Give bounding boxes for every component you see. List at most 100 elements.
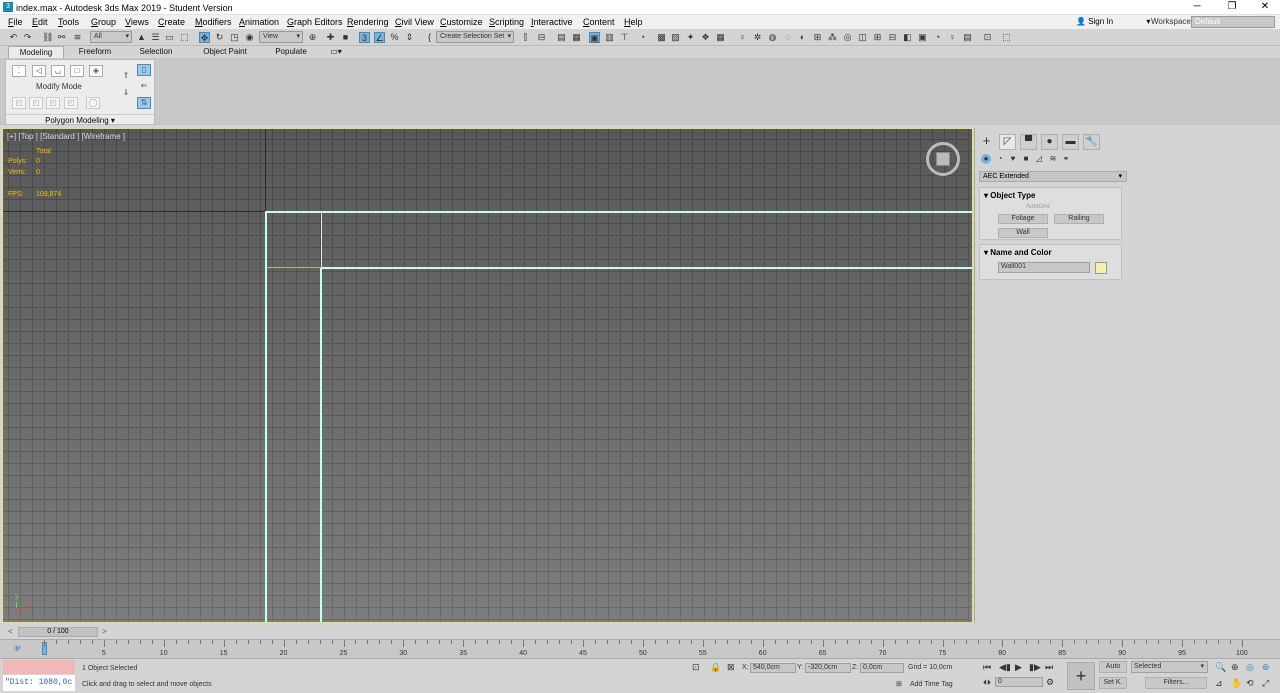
navigate-icon[interactable]: ⇓: [119, 88, 133, 100]
next-frame-icon[interactable]: ▮▶: [1029, 662, 1041, 673]
pivot-center-icon[interactable]: ⊕: [307, 32, 318, 43]
display-tab-icon[interactable]: ▬: [1062, 134, 1079, 150]
object-name-field[interactable]: Wall001: [998, 262, 1090, 273]
select-manipulate-icon[interactable]: ✚: [325, 32, 336, 43]
border-icon[interactable]: ◡: [51, 65, 65, 77]
motion-tab-icon[interactable]: ●: [1041, 134, 1058, 150]
menu-help[interactable]: Help: [624, 17, 643, 27]
go-to-start-icon[interactable]: ⏮: [983, 662, 991, 673]
viewport-label[interactable]: [+] [Top ] [Standard ] [Wireframe ]: [7, 132, 125, 141]
menu-edit[interactable]: Edit: [32, 17, 48, 27]
menu-civil-view[interactable]: Civil View: [395, 17, 434, 27]
render-iterative-icon[interactable]: ❖: [700, 32, 711, 43]
hair-icon[interactable]: ⊞: [872, 32, 883, 43]
rotate-icon[interactable]: ↻: [214, 32, 225, 43]
menu-graph-editors[interactable]: Graph Editors: [287, 17, 343, 27]
menu-file[interactable]: File: [8, 17, 23, 27]
mirror-icon[interactable]: ⫿: [520, 32, 531, 43]
bind-spacewarp-icon[interactable]: ≋: [72, 32, 83, 43]
render-setup-icon[interactable]: ▩: [656, 32, 667, 43]
rendered-frame-icon[interactable]: ▨: [670, 32, 681, 43]
systems-category-icon[interactable]: ⚭: [1061, 154, 1071, 164]
object-category-dropdown[interactable]: AEC Extended ▾: [979, 171, 1127, 182]
absolute-mode-icon[interactable]: ⊠: [727, 662, 735, 673]
element-icon[interactable]: ◈: [89, 65, 103, 77]
y-coordinate-field[interactable]: -320,0cm: [805, 663, 851, 673]
time-tag-icon[interactable]: ⊞: [896, 680, 902, 688]
wall-inner-vertical-edge[interactable]: [320, 267, 322, 622]
menu-content[interactable]: Content: [583, 17, 615, 27]
render-production-icon[interactable]: ✦: [685, 32, 696, 43]
workspace-dropdown[interactable]: Default: [1191, 16, 1275, 28]
curve-editor-icon[interactable]: ▥: [604, 32, 615, 43]
cameras-category-icon[interactable]: ■: [1021, 154, 1031, 164]
collapse-up-icon[interactable]: ⇑: [119, 71, 133, 83]
orbit-icon[interactable]: ◎: [1246, 662, 1254, 673]
material-editor-icon[interactable]: ◔: [637, 32, 648, 43]
wall-top-edge[interactable]: [265, 211, 972, 213]
polygon-icon[interactable]: □: [70, 65, 84, 77]
place-icon[interactable]: ◉: [244, 32, 255, 43]
create-tab-icon[interactable]: +: [978, 134, 995, 150]
scale-icon[interactable]: ◳: [229, 32, 240, 43]
railing-button[interactable]: Railing: [1054, 214, 1104, 224]
redo-icon[interactable]: ↷: [22, 32, 33, 43]
selection-lock-icon[interactable]: 🔒: [710, 662, 721, 673]
viewport-top[interactable]: [+] [Top ] [Standard ] [Wireframe ] Tota…: [2, 128, 973, 623]
dynamics-icon[interactable]: ◫: [857, 32, 868, 43]
select-by-name-icon[interactable]: ☰: [150, 32, 161, 43]
close-button[interactable]: ✕: [1250, 1, 1280, 12]
reset-icon[interactable]: ⊡: [982, 32, 993, 43]
preserve-uvs-icon[interactable]: ◰: [12, 97, 26, 109]
key-filter-dropdown[interactable]: Selected ▾: [1131, 661, 1208, 673]
modify-tab-icon[interactable]: ◸: [999, 134, 1016, 150]
minimize-button[interactable]: ─: [1182, 1, 1212, 12]
scene-explorer-icon[interactable]: ▤: [556, 32, 567, 43]
z-coordinate-field[interactable]: 0,0cm: [860, 663, 904, 673]
viewport-layout-icon[interactable]: ⬚: [1001, 32, 1012, 43]
loop-icon[interactable]: ◰: [64, 97, 78, 109]
reference-coordinate-dropdown[interactable]: View ▾: [259, 31, 303, 43]
edit-named-selection-icon[interactable]: {: [424, 32, 435, 43]
geometry-icon[interactable]: ◌: [782, 32, 793, 43]
maxscript-listener-top[interactable]: [3, 660, 75, 674]
lights-icon[interactable]: ♀: [947, 32, 958, 43]
object-type-header[interactable]: ▾ Object Type: [980, 188, 1121, 200]
unlink-icon[interactable]: ⚯: [56, 32, 67, 43]
shapes-category-icon[interactable]: ◔: [995, 154, 1005, 164]
curve-editor-mini-icon[interactable]: ⊯: [14, 644, 21, 653]
cloth-icon[interactable]: ⊟: [887, 32, 898, 43]
play-icon[interactable]: ▶: [1015, 662, 1022, 673]
current-frame-field[interactable]: 0: [995, 677, 1043, 687]
ribbon-toggle-icon[interactable]: ▣: [589, 32, 600, 43]
maximize-viewport-icon[interactable]: ⤢: [1262, 678, 1269, 689]
lights-category-icon[interactable]: ♥: [1008, 154, 1018, 164]
time-next-icon[interactable]: >: [102, 627, 107, 636]
camera-icon[interactable]: ⊞: [812, 32, 823, 43]
zoom-all-icon[interactable]: ⊕: [1231, 662, 1239, 673]
grow-icon[interactable]: ◰: [46, 97, 60, 109]
time-config-icon[interactable]: ⚙: [1046, 677, 1054, 688]
auto-key-button[interactable]: Auto: [1099, 661, 1127, 673]
menu-interactive[interactable]: Interactive: [531, 17, 573, 27]
percent-snap-icon[interactable]: %: [389, 32, 400, 43]
toggle-mod-icon[interactable]: ▯: [137, 64, 151, 76]
previous-frame-icon[interactable]: ◀▮: [999, 662, 1011, 673]
maxscript-listener-bottom[interactable]: "Dist: 1080,0c: [3, 675, 75, 691]
polygon-modeling-dropdown[interactable]: Polygon Modeling ▾: [6, 114, 154, 125]
sign-in-button[interactable]: 👤 Sign In ▾: [1076, 17, 1150, 26]
spacewarp-icon[interactable]: ◍: [767, 32, 778, 43]
menu-customize[interactable]: Customize: [440, 17, 483, 27]
render-cloud-icon[interactable]: ▦: [715, 32, 726, 43]
wall-inner-horizontal-edge[interactable]: [320, 267, 972, 269]
restore-button[interactable]: ❐: [1217, 1, 1247, 12]
menu-animation[interactable]: Animation: [239, 17, 279, 27]
set-key-button[interactable]: Set K.: [1099, 677, 1127, 689]
angle-snap-icon[interactable]: ∠: [374, 32, 385, 43]
wall-button[interactable]: Wall: [998, 228, 1048, 238]
add-time-tag-button[interactable]: Add Time Tag: [910, 681, 953, 688]
utilities-tab-icon[interactable]: 🔧: [1083, 134, 1100, 150]
menu-group[interactable]: Group: [91, 17, 116, 27]
massfx-icon[interactable]: ◧: [902, 32, 913, 43]
align-icon[interactable]: ⊟: [536, 32, 547, 43]
